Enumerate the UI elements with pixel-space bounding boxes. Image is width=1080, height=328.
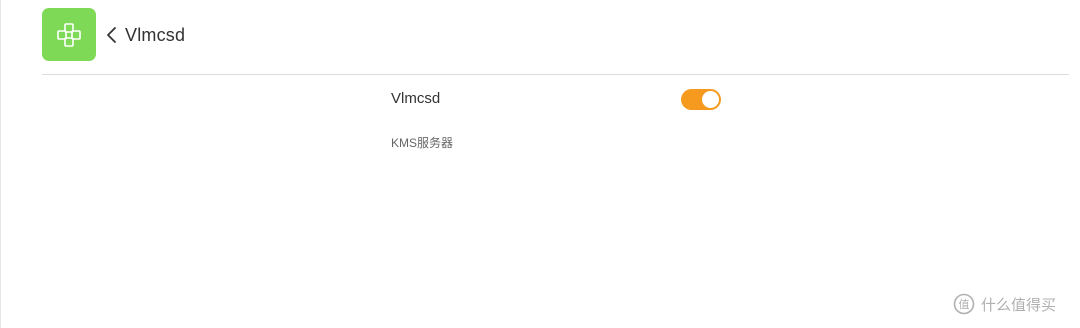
- back-button[interactable]: Vlmcsd: [105, 22, 185, 48]
- app-icon: [42, 8, 96, 61]
- page-title: Vlmcsd: [125, 24, 186, 45]
- app-window: Vlmcsd Vlmcsd KMS服务器 值 什么值得买: [0, 0, 1080, 328]
- header-divider: [42, 74, 1069, 75]
- header: Vlmcsd: [1, 0, 1080, 74]
- enable-toggle[interactable]: [681, 89, 721, 110]
- puzzle-cross-icon: [57, 22, 81, 47]
- watermark: 值 什么值得买: [953, 293, 1056, 315]
- setting-label: Vlmcsd: [391, 90, 441, 107]
- smzdm-logo: 值: [953, 293, 975, 315]
- toggle-knob: [702, 91, 719, 108]
- setting-description: KMS服务器: [391, 136, 454, 150]
- chevron-left-icon: [107, 27, 116, 43]
- svg-text:值: 值: [959, 298, 970, 311]
- watermark-text: 什么值得买: [981, 296, 1057, 314]
